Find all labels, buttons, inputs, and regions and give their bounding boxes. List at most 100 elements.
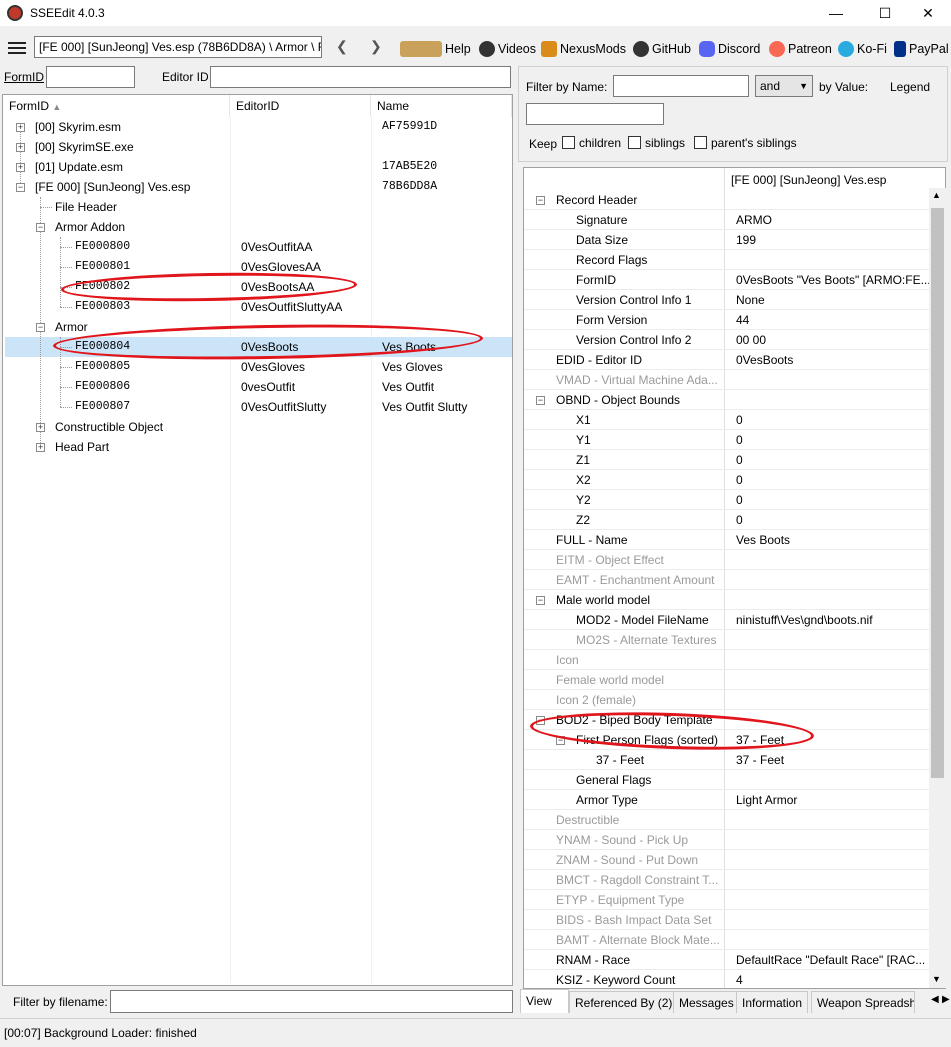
discord-link[interactable]: Discord — [699, 41, 760, 57]
logic-combo[interactable]: and ▼ — [755, 75, 813, 97]
record-field-value[interactable] — [736, 630, 931, 650]
tree-group-armor-addon[interactable]: Armor Addon — [55, 217, 125, 237]
tab-information[interactable]: Information — [736, 991, 809, 1013]
record-field-value[interactable] — [736, 890, 931, 910]
tree-group-constructible-object[interactable]: Constructible Object — [55, 417, 163, 437]
tab-scroll-right-icon[interactable]: ▶ — [942, 994, 950, 1005]
record-field-value[interactable] — [736, 390, 931, 410]
record-field-label[interactable]: KSIZ - Keyword Count — [556, 970, 720, 988]
record-field-value[interactable]: 0VesBoots "Ves Boots" [ARMO:FE... — [736, 270, 931, 290]
record-field-value[interactable] — [736, 370, 931, 390]
record-field-value[interactable] — [736, 770, 931, 790]
minimize-button[interactable]: — — [813, 0, 859, 26]
record-field-label[interactable]: MO2S - Alternate Textures — [576, 630, 720, 650]
help-link[interactable]: Help — [400, 41, 471, 57]
record-field-label[interactable]: Male world model — [556, 590, 720, 610]
paypal-link[interactable]: PayPal — [894, 41, 949, 57]
record-field-label[interactable]: VMAD - Virtual Machine Ada... — [556, 370, 720, 390]
collapse-icon[interactable]: − — [536, 396, 545, 405]
record-field-label[interactable]: EDID - Editor ID — [556, 350, 720, 370]
record-field-value[interactable]: 37 - Feet — [736, 750, 931, 770]
tree-item-skyrimse-exe[interactable]: [00] SkyrimSE.exe — [35, 137, 134, 157]
record-field-label[interactable]: Y1 — [576, 430, 720, 450]
videos-link[interactable]: Videos — [479, 41, 536, 57]
record-field-label[interactable]: Icon 2 (female) — [556, 690, 720, 710]
record-field-label[interactable]: FULL - Name — [556, 530, 720, 550]
collapse-icon[interactable]: − — [536, 596, 545, 605]
record-field-value[interactable] — [736, 190, 931, 210]
tab-view[interactable]: View — [520, 989, 569, 1013]
navigation-path-field[interactable]: [FE 000] [SunJeong] Ves.esp (78B6DD8A) \… — [34, 36, 322, 58]
record-field-value[interactable] — [736, 930, 931, 950]
record-field-value[interactable]: 4 — [736, 970, 931, 988]
filter-value-input[interactable] — [526, 103, 664, 125]
record-field-label[interactable]: General Flags — [576, 770, 720, 790]
record-field-label[interactable]: Record Header — [556, 190, 720, 210]
legend-button[interactable]: Legend — [890, 80, 930, 94]
tree-record-formid[interactable]: FE000807 — [75, 397, 130, 417]
record-field-label[interactable]: YNAM - Sound - Pick Up — [556, 830, 720, 850]
record-field-label[interactable]: Version Control Info 2 — [576, 330, 720, 350]
record-field-label[interactable]: Z2 — [576, 510, 720, 530]
record-field-value[interactable] — [736, 250, 931, 270]
record-field-label[interactable]: ZNAM - Sound - Put Down — [556, 850, 720, 870]
collapse-icon[interactable]: − — [536, 196, 545, 205]
record-field-value[interactable]: ARMO — [736, 210, 931, 230]
record-field-label[interactable]: FormID — [576, 270, 720, 290]
tab-messages[interactable]: Messages — [673, 991, 740, 1013]
expand-icon[interactable]: + — [36, 423, 45, 432]
filter-filename-input[interactable] — [110, 990, 513, 1013]
keep-children-checkbox[interactable]: children — [562, 136, 621, 150]
column-header-formid[interactable]: FormID ▲ — [3, 95, 230, 117]
record-field-label[interactable]: MOD2 - Model FileName — [576, 610, 720, 630]
record-field-label[interactable]: Signature — [576, 210, 720, 230]
tree-group-head-part[interactable]: Head Part — [55, 437, 109, 457]
record-field-value[interactable] — [736, 550, 931, 570]
record-field-value[interactable]: 0 — [736, 510, 931, 530]
record-field-value[interactable] — [736, 690, 931, 710]
keep-siblings-checkbox[interactable]: siblings — [628, 136, 685, 150]
kofi-link[interactable]: Ko-Fi — [838, 41, 887, 57]
column-header-name[interactable]: Name — [371, 95, 512, 117]
hamburger-menu-icon[interactable] — [8, 42, 26, 54]
record-field-label[interactable]: ETYP - Equipment Type — [556, 890, 720, 910]
editorid-search-input[interactable] — [210, 66, 511, 88]
column-header-editorid[interactable]: EditorID — [230, 95, 371, 117]
tree-item-skyrim-esm[interactable]: [00] Skyrim.esm — [35, 117, 121, 137]
record-field-value[interactable] — [736, 590, 931, 610]
record-field-label[interactable]: Armor Type — [576, 790, 720, 810]
expand-icon[interactable]: + — [16, 123, 25, 132]
record-field-label[interactable]: RNAM - Race — [556, 950, 720, 970]
record-field-value[interactable] — [736, 670, 931, 690]
record-field-label[interactable]: Version Control Info 1 — [576, 290, 720, 310]
record-field-value[interactable]: 0 — [736, 490, 931, 510]
record-field-value[interactable]: Light Armor — [736, 790, 931, 810]
tree-item-ves-esp[interactable]: [FE 000] [SunJeong] Ves.esp — [35, 177, 190, 197]
record-field-value[interactable] — [736, 830, 931, 850]
record-field-value[interactable]: 44 — [736, 310, 931, 330]
scroll-down-icon[interactable]: ▼ — [932, 974, 941, 984]
record-field-value[interactable]: 0VesBoots — [736, 350, 931, 370]
tree-record-formid[interactable]: FE000800 — [75, 237, 130, 257]
record-field-value[interactable]: DefaultRace "Default Race" [RAC... — [736, 950, 931, 970]
tree-item-file-header[interactable]: File Header — [55, 197, 117, 217]
tree-record-formid[interactable]: FE000803 — [75, 297, 130, 317]
maximize-button[interactable]: ☐ — [862, 0, 908, 26]
collapse-icon[interactable]: − — [16, 183, 25, 192]
record-field-value[interactable]: 0 — [736, 470, 931, 490]
tree-item-update-esm[interactable]: [01] Update.esm — [35, 157, 123, 177]
tree-record-formid[interactable]: FE000801 — [75, 257, 130, 277]
tab-weapon-spreadsheet[interactable]: Weapon Spreadsh — [811, 991, 915, 1013]
record-field-label[interactable]: BIDS - Bash Impact Data Set — [556, 910, 720, 930]
scrollbar-thumb[interactable] — [931, 208, 944, 778]
expand-icon[interactable]: + — [16, 163, 25, 172]
back-arrow-icon[interactable]: ❮ — [336, 38, 348, 55]
record-field-label[interactable]: EAMT - Enchantment Amount — [556, 570, 720, 590]
record-field-label[interactable]: Y2 — [576, 490, 720, 510]
tree-record-formid[interactable]: FE000805 — [75, 357, 130, 377]
record-field-label[interactable]: EITM - Object Effect — [556, 550, 720, 570]
close-button[interactable]: ✕ — [905, 0, 951, 26]
record-field-label[interactable]: Form Version — [576, 310, 720, 330]
record-field-value[interactable]: 199 — [736, 230, 931, 250]
record-field-label[interactable]: Z1 — [576, 450, 720, 470]
